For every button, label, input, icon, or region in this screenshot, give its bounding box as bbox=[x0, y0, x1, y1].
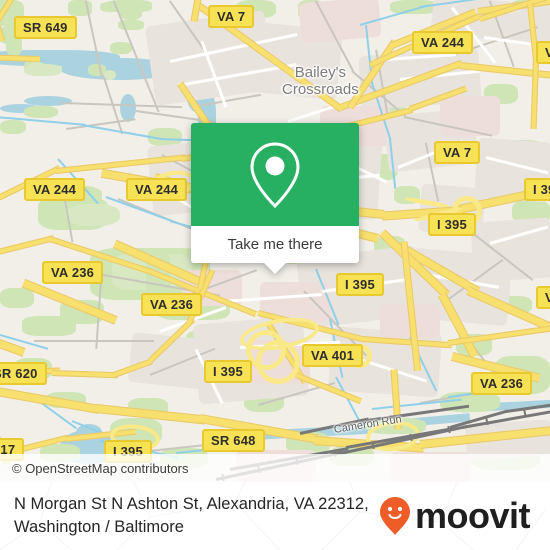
moovit-brand[interactable]: moovit bbox=[379, 496, 538, 536]
popup-tail bbox=[264, 263, 286, 274]
road-shield: VA bbox=[536, 41, 550, 64]
road-shield: I 395 bbox=[336, 273, 384, 296]
road-shield: VA 236 bbox=[42, 261, 104, 284]
attribution-text: © OpenStreetMap contributors bbox=[12, 460, 189, 476]
road-shield: SR 620 bbox=[0, 362, 47, 385]
road-shield: VA bbox=[536, 286, 550, 309]
map-canvas[interactable]: Bailey's Crossroads Cameron Run SR 649 VA… bbox=[0, 0, 550, 482]
road-shield: VA 236 bbox=[141, 293, 203, 316]
road-shield: VA 7 bbox=[208, 5, 255, 28]
road-shield: I 395 bbox=[428, 213, 476, 236]
address-text: N Morgan St N Ashton St, Alexandria, VA … bbox=[14, 493, 379, 539]
road-shield: VA 244 bbox=[24, 178, 86, 201]
moovit-wordmark: moovit bbox=[414, 495, 531, 536]
popup-header bbox=[191, 123, 359, 226]
location-popup[interactable]: Take me there bbox=[191, 123, 359, 274]
map-pin-icon bbox=[250, 141, 300, 208]
address-line-1: N Morgan St N Ashton St, Alexandria, VA … bbox=[14, 495, 369, 513]
road-shield: VA 244 bbox=[126, 178, 188, 201]
take-me-there-button[interactable]: Take me there bbox=[191, 226, 359, 263]
road-shield: I 395 bbox=[524, 178, 550, 201]
footer-content: N Morgan St N Ashton St, Alexandria, VA … bbox=[0, 482, 550, 550]
moovit-location-card: Bailey's Crossroads Cameron Run SR 649 VA… bbox=[0, 0, 550, 550]
road-shield: SR 648 bbox=[202, 429, 265, 452]
footer-bar: N Morgan St N Ashton St, Alexandria, VA … bbox=[0, 482, 550, 550]
road-shield: VA 236 bbox=[471, 372, 533, 395]
road-shield: VA 401 bbox=[302, 344, 364, 367]
road-shield: I 395 bbox=[204, 360, 252, 383]
address-line-2: Washington / Baltimore bbox=[14, 518, 184, 536]
map-attribution[interactable]: © OpenStreetMap contributors bbox=[0, 454, 550, 482]
road-shield: SR 649 bbox=[14, 16, 77, 39]
road-shield: VA 244 bbox=[412, 31, 474, 54]
take-me-there-label: Take me there bbox=[227, 236, 323, 253]
moovit-smiley-pin-icon bbox=[379, 497, 410, 535]
road-shield: VA 7 bbox=[434, 141, 481, 164]
